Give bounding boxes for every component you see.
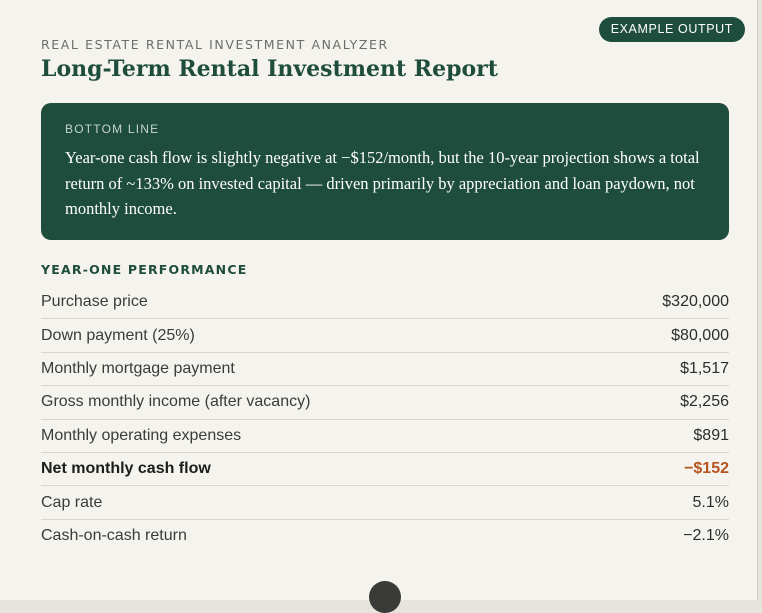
metric-row-cap-rate: Cap rate 5.1%: [41, 486, 729, 520]
metric-value: $2,256: [680, 393, 729, 411]
metric-row-operating-expenses: Monthly operating expenses $891: [41, 420, 729, 453]
metric-value: $320,000: [662, 293, 729, 311]
app-eyebrow: REAL ESTATE RENTAL INVESTMENT ANALYZER: [41, 37, 389, 52]
metric-label: Monthly operating expenses: [41, 426, 242, 444]
metric-value-negative: −$152: [684, 460, 729, 478]
year-one-performance-heading: YEAR-ONE PERFORMANCE: [41, 262, 248, 277]
metric-label: Cap rate: [41, 493, 103, 511]
bottom-line-label: BOTTOM LINE: [65, 122, 160, 136]
metric-label: Gross monthly income (after vacancy): [41, 393, 311, 411]
page-title: Long-Term Rental Investment Report: [41, 56, 498, 82]
metric-value: $1,517: [680, 359, 729, 377]
metric-row-mortgage-payment: Monthly mortgage payment $1,517: [41, 353, 729, 387]
metric-row-down-payment: Down payment (25%) $80,000: [41, 319, 729, 353]
performance-table: Purchase price $320,000 Down payment (25…: [41, 286, 729, 553]
metric-label: Down payment (25%): [41, 326, 195, 344]
example-output-badge: EXAMPLE OUTPUT: [598, 17, 745, 42]
metric-row-cash-on-cash: Cash-on-cash return −2.1%: [41, 520, 729, 553]
metric-value: −2.1%: [683, 527, 729, 545]
bottom-line-summary: Year-one cash flow is slightly negative …: [65, 148, 700, 218]
metric-label: Net monthly cash flow: [41, 460, 211, 478]
report-page: EXAMPLE OUTPUT REAL ESTATE RENTAL INVEST…: [0, 0, 758, 613]
metric-label: Monthly mortgage payment: [41, 359, 235, 377]
metric-row-gross-income: Gross monthly income (after vacancy) $2,…: [41, 386, 729, 420]
metric-label: Cash-on-cash return: [41, 527, 187, 545]
metric-value: $891: [693, 426, 729, 444]
scroll-down-button[interactable]: [369, 581, 401, 613]
metric-row-purchase-price: Purchase price $320,000: [41, 286, 729, 320]
metric-value: $80,000: [671, 326, 729, 344]
metric-row-net-cash-flow: Net monthly cash flow −$152: [41, 453, 729, 487]
metric-label: Purchase price: [41, 293, 148, 311]
bottom-line-card: BOTTOM LINE Year-one cash flow is slight…: [41, 103, 729, 240]
metric-value: 5.1%: [692, 493, 729, 511]
